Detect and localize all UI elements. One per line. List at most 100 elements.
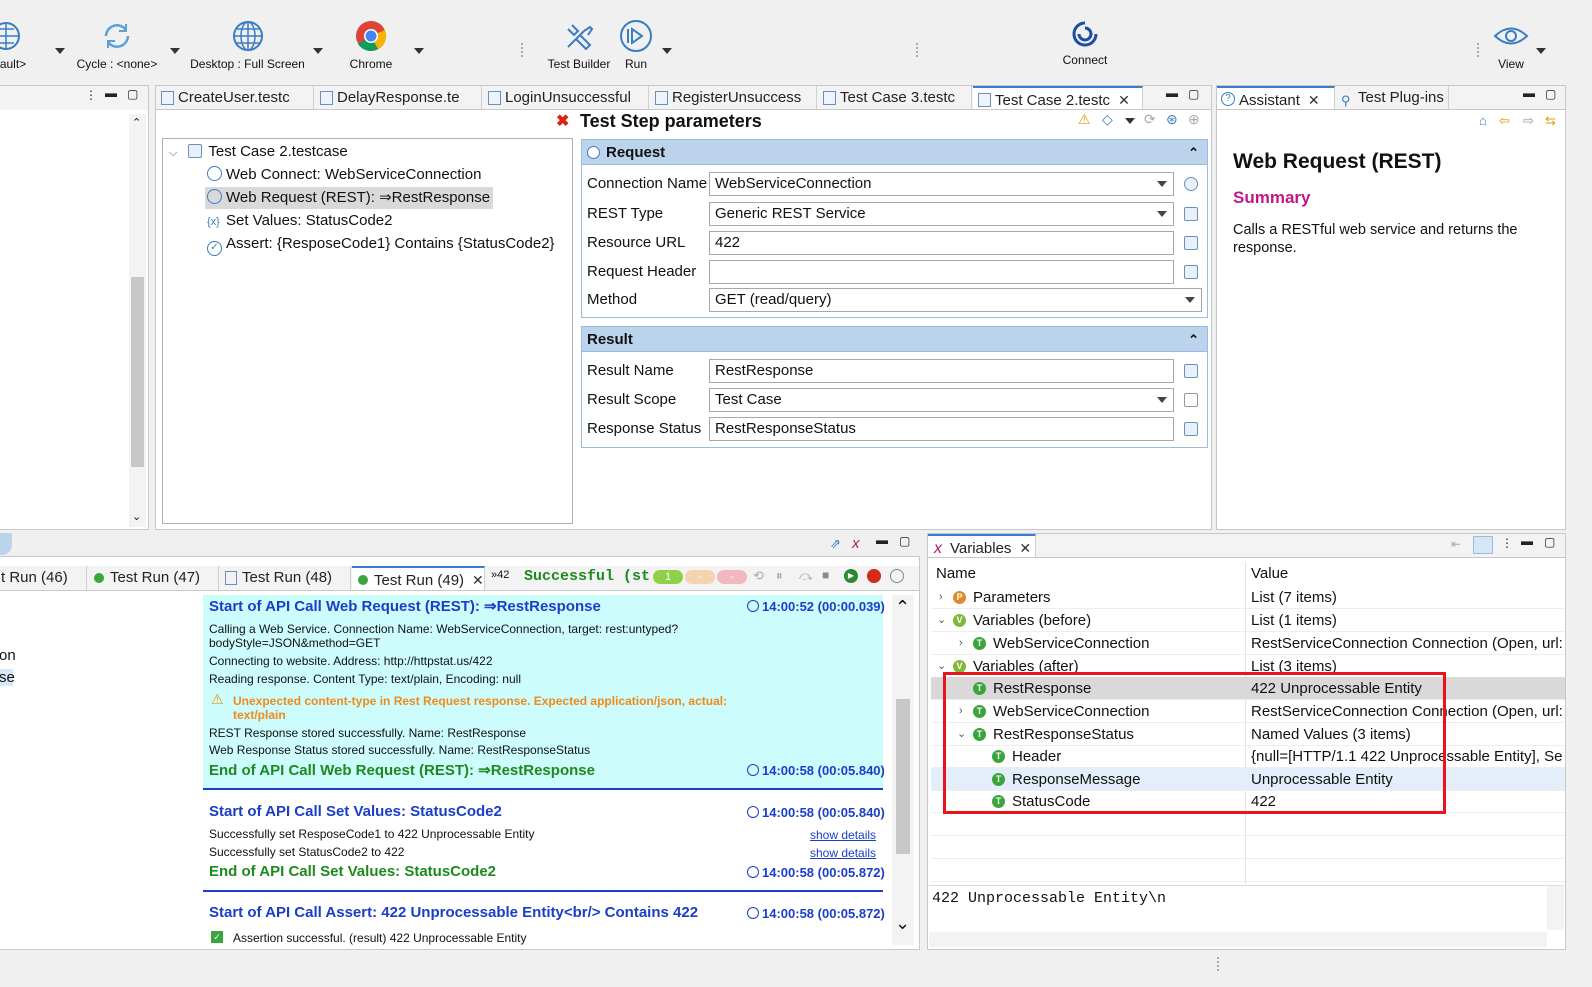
collapse-icon[interactable]: ⌃	[1188, 327, 1199, 353]
rest-type-select[interactable]: Generic REST Service	[709, 202, 1174, 226]
connect-button[interactable]: Connect	[1057, 15, 1113, 83]
minimize-icon[interactable]: ▬	[876, 533, 888, 547]
warning-icon[interactable]: ⚠	[1078, 111, 1091, 128]
minimize-icon[interactable]: ▬	[1166, 86, 1178, 100]
maximize-icon[interactable]: ▢	[899, 534, 910, 548]
chevron-down-icon[interactable]	[313, 48, 323, 54]
chevron-right-icon[interactable]: ›	[939, 586, 943, 609]
refresh-icon[interactable]: ⟲	[753, 568, 764, 584]
chevron-down-icon[interactable]: ⌵	[169, 147, 177, 159]
chevron-down-icon[interactable]	[1157, 397, 1167, 403]
minimize-icon[interactable]: ▬	[1521, 534, 1533, 548]
scroll-up-icon[interactable]: ⌃	[895, 597, 910, 618]
view-menu-icon[interactable]: ⋮	[85, 88, 97, 102]
view-menu-icon[interactable]: ⋮	[1501, 536, 1513, 550]
close-icon[interactable]: ✕	[472, 572, 484, 588]
tab-assistant[interactable]: ? Assistant ✕	[1217, 86, 1335, 109]
sync-icon[interactable]: ⇆	[1545, 113, 1556, 129]
minimize-icon[interactable]: ▬	[105, 86, 117, 100]
tree-root[interactable]: ⌵ Test Case 2.testcase	[169, 141, 348, 163]
column-value[interactable]: Value	[1251, 562, 1288, 585]
forward-icon[interactable]: ⇨	[1523, 113, 1534, 129]
tree-item-web-request[interactable]: Web Request (REST): ⇒RestResponse	[205, 187, 494, 209]
service-icon[interactable]	[1184, 207, 1198, 221]
variable-picker-icon[interactable]	[1184, 236, 1198, 250]
chevron-down-icon[interactable]	[1157, 181, 1167, 187]
left-item-fragment-selected[interactable]: se	[0, 669, 15, 686]
pause-icon[interactable]: ⏸	[776, 568, 783, 584]
response-status-input[interactable]: RestResponseStatus	[709, 417, 1174, 441]
var-row-parameters[interactable]: › P Parameters List (7 items)	[931, 586, 1565, 609]
environment-button[interactable]: ault>	[0, 15, 28, 83]
record-icon[interactable]	[867, 569, 881, 583]
request-header-input[interactable]	[709, 260, 1174, 284]
chevron-down-icon[interactable]: ⌄	[937, 609, 946, 632]
scroll-up-icon[interactable]: ⌃	[132, 116, 141, 129]
home-icon[interactable]: ⌂	[1479, 113, 1487, 128]
chevron-down-icon[interactable]	[414, 48, 424, 54]
tree-item-set-values[interactable]: {x} Set Values: StatusCode2	[207, 210, 393, 232]
var-row-variables-before[interactable]: ⌄ V Variables (before) List (1 items)	[931, 609, 1565, 632]
detail-hscrollbar[interactable]	[929, 932, 1547, 947]
connection-icon[interactable]	[1184, 177, 1198, 191]
scroll-down-icon[interactable]: ⌄	[132, 510, 141, 523]
tree-item-web-connect[interactable]: Web Connect: WebServiceConnection	[207, 164, 481, 186]
chevron-down-icon[interactable]	[1125, 118, 1135, 124]
tab-registerunsuccess[interactable]: RegisterUnsuccess	[650, 86, 817, 109]
method-select[interactable]: GET (read/query)	[709, 288, 1202, 312]
tab-loginunsuccessful[interactable]: LoginUnsuccessful	[483, 86, 649, 109]
connection-name-select[interactable]: WebServiceConnection	[709, 172, 1174, 196]
tag-icon[interactable]: ◇	[1102, 111, 1113, 128]
log-scrollbar[interactable]: ⌃ ⌄	[892, 595, 914, 945]
chevron-down-icon[interactable]	[55, 48, 65, 54]
resource-url-input[interactable]: 422	[709, 231, 1174, 255]
show-details-link[interactable]: show details	[810, 846, 876, 860]
view-button[interactable]: View	[1490, 15, 1532, 83]
variable-picker-icon[interactable]	[1184, 265, 1198, 279]
result-section-header[interactable]: Result ⌃	[581, 326, 1208, 352]
tab-variables[interactable]: x Variables ✕	[928, 534, 1036, 557]
column-name[interactable]: Name	[936, 562, 976, 585]
desktop-button[interactable]: Desktop : Full Screen	[190, 15, 305, 83]
scroll-down-icon[interactable]: ⌄	[895, 913, 910, 934]
browser-button[interactable]: Chrome	[344, 15, 398, 83]
close-icon[interactable]: ✕	[1118, 92, 1130, 108]
var-row-webserviceconnection-before[interactable]: › T WebServiceConnection RestServiceConn…	[931, 632, 1565, 655]
chevron-right-icon[interactable]: ›	[959, 632, 963, 655]
step-icon[interactable]: ⤼	[799, 568, 813, 584]
run-button[interactable]: Run	[618, 15, 654, 83]
test-builder-button[interactable]: Test Builder	[544, 15, 614, 83]
maximize-icon[interactable]: ▢	[1544, 535, 1555, 549]
settings-icon[interactable]	[890, 569, 904, 583]
maximize-icon[interactable]: ▢	[127, 87, 138, 101]
cycle-button[interactable]: Cycle : <none>	[72, 15, 162, 83]
chevron-down-icon[interactable]	[170, 48, 180, 54]
tab-createuser[interactable]: CreateUser.testc	[156, 86, 314, 109]
variable-picker-icon[interactable]	[1184, 364, 1198, 378]
close-icon[interactable]: ✕	[1308, 92, 1320, 108]
minimize-icon[interactable]: ▬	[1523, 86, 1535, 100]
scrollbar-thumb[interactable]	[896, 699, 910, 854]
tab-test-run-48[interactable]: Test Run (48)	[220, 566, 351, 590]
variables-icon[interactable]: x	[852, 535, 860, 552]
link-icon[interactable]	[1473, 536, 1493, 554]
tab-overflow[interactable]: »42	[491, 569, 509, 581]
scrollbar-thumb[interactable]	[131, 277, 144, 467]
chevron-down-icon[interactable]	[1536, 48, 1546, 54]
plugin-icon[interactable]: ⊕	[1188, 111, 1200, 128]
result-scope-select[interactable]: Test Case	[709, 388, 1174, 412]
result-name-input[interactable]: RestResponse	[709, 359, 1174, 383]
tab-testcase2[interactable]: Test Case 2.testc ✕	[973, 86, 1143, 109]
maximize-icon[interactable]: ▢	[1545, 87, 1556, 101]
tab-test-plugins[interactable]: ⚲ Test Plug-ins	[1336, 86, 1449, 109]
chevron-down-icon[interactable]	[1157, 211, 1167, 217]
tab-test-run-49[interactable]: Test Run (49) ✕	[352, 566, 485, 590]
tab-test-run-47[interactable]: Test Run (47)	[88, 566, 219, 590]
chevron-down-icon[interactable]	[1185, 297, 1195, 303]
runs-panel-tab[interactable]	[0, 533, 12, 555]
play-icon[interactable]: ▶	[844, 569, 858, 583]
tree-item-assert[interactable]: ✓ Assert: {ResposeCode1} Contains {Status…	[207, 233, 555, 256]
variable-detail[interactable]: 422 Unprocessable Entity\n	[929, 885, 1564, 947]
list-icon[interactable]	[1184, 393, 1198, 407]
detail-scrollbar[interactable]	[1547, 886, 1564, 930]
